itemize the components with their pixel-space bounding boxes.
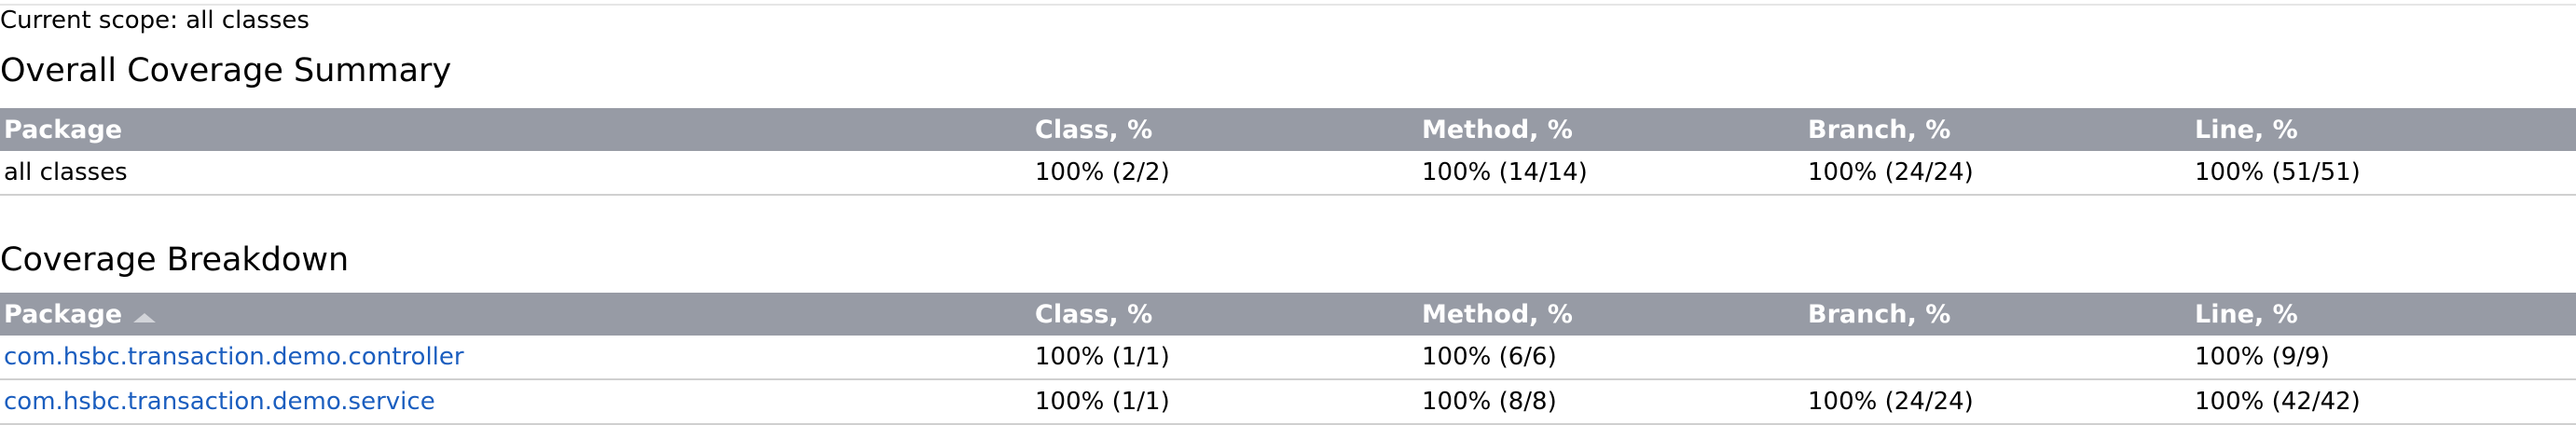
summary-header-row: Package Class, % Method, % Branch, % Lin… [0, 108, 2576, 151]
coverage-summary-table: Package Class, % Method, % Branch, % Lin… [0, 108, 2576, 196]
overall-coverage-summary-title: Overall Coverage Summary [0, 52, 452, 89]
branch-coverage [1804, 336, 2191, 380]
package-cell: com.hsbc.transaction.demo.controller [0, 336, 1031, 380]
summary-header-line: Line, % [2191, 108, 2576, 151]
sort-by-class-header[interactable]: Class, % [1031, 293, 1418, 336]
sort-by-method-header[interactable]: Method, % [1418, 293, 1804, 336]
summary-header-branch: Branch, % [1804, 108, 2191, 151]
table-row: com.hsbc.transaction.demo.service 100% (… [0, 379, 2576, 425]
top-divider [0, 4, 2576, 6]
class-coverage: 100% (1/1) [1031, 336, 1418, 380]
method-coverage: 100% (14/14) [1418, 151, 1804, 196]
table-row: all classes 100% (2/2) 100% (14/14) 100%… [0, 151, 2576, 196]
sort-ascending-icon [133, 313, 157, 322]
table-row: com.hsbc.transaction.demo.controller 100… [0, 336, 2576, 380]
breakdown-header-row: Package Class, % Method, % Branch, % Lin… [0, 293, 2576, 336]
sort-by-package-header[interactable]: Package [0, 293, 1031, 336]
summary-header-package: Package [0, 108, 1031, 151]
sort-by-branch-header[interactable]: Branch, % [1804, 293, 2191, 336]
breakdown-header-package-label: Package [4, 299, 123, 329]
method-coverage: 100% (6/6) [1418, 336, 1804, 380]
package-link[interactable]: com.hsbc.transaction.demo.controller [4, 343, 464, 371]
method-coverage: 100% (8/8) [1418, 379, 1804, 425]
class-coverage: 100% (2/2) [1031, 151, 1418, 196]
line-coverage: 100% (9/9) [2191, 336, 2576, 380]
package-name: all classes [0, 151, 1031, 196]
coverage-breakdown-title: Coverage Breakdown [0, 241, 350, 279]
branch-coverage: 100% (24/24) [1804, 379, 2191, 425]
package-link[interactable]: com.hsbc.transaction.demo.service [4, 388, 435, 416]
sort-by-line-header[interactable]: Line, % [2191, 293, 2576, 336]
line-coverage: 100% (51/51) [2191, 151, 2576, 196]
summary-header-class: Class, % [1031, 108, 1418, 151]
coverage-breakdown-table: Package Class, % Method, % Branch, % Lin… [0, 293, 2576, 425]
line-coverage: 100% (42/42) [2191, 379, 2576, 425]
current-scope-label: Current scope: all classes [0, 7, 310, 34]
class-coverage: 100% (1/1) [1031, 379, 1418, 425]
package-cell: com.hsbc.transaction.demo.service [0, 379, 1031, 425]
summary-header-method: Method, % [1418, 108, 1804, 151]
branch-coverage: 100% (24/24) [1804, 151, 2191, 196]
